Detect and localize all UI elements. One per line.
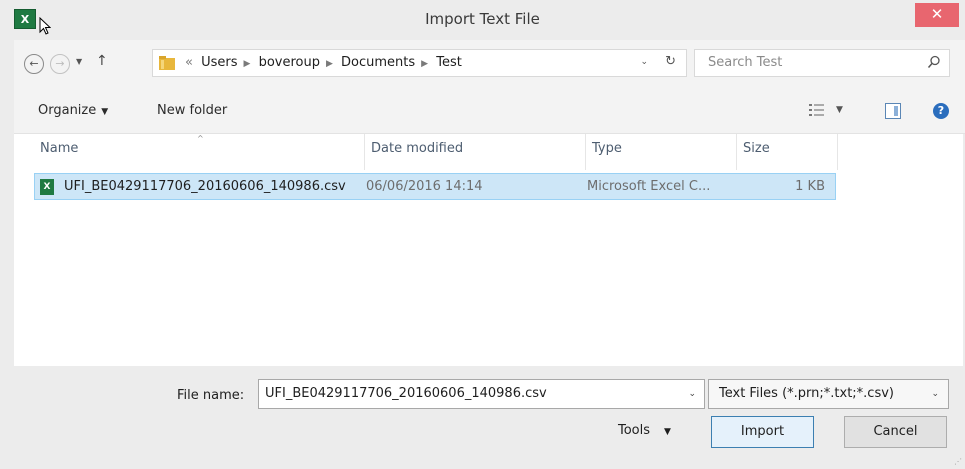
column-header-type[interactable]: Type — [586, 134, 736, 170]
refresh-icon: ↻ — [665, 54, 676, 69]
address-history-button[interactable]: ⌄ — [640, 57, 648, 67]
up-folder-button[interactable]: ↑ — [96, 53, 108, 69]
help-icon[interactable]: ? — [933, 103, 949, 119]
preview-pane-button[interactable] — [885, 103, 901, 119]
organize-menu-button[interactable]: Organize ▼ — [38, 103, 108, 118]
search-icon — [927, 55, 940, 68]
file-type-value: Text Files (*.prn;*.txt;*.csv) — [719, 386, 894, 401]
address-bar[interactable]: « Users ▶ boveroup ▶ Documents ▶ Test ⌄ ↻ — [152, 49, 687, 77]
forward-button[interactable]: → — [50, 54, 70, 74]
help-glyph: ? — [937, 104, 945, 117]
navigation-bar: ← → ▼ ↑ « Users ▶ boveroup ▶ Documents ▶ Te… — [0, 40, 965, 90]
column-date-label: Date modified — [371, 141, 464, 156]
breadcrumb: « Users ▶ boveroup ▶ Documents ▶ Test — [185, 55, 466, 70]
breadcrumb-boveroup[interactable]: boveroup — [259, 55, 320, 70]
file-name-value: UFI_BE0429117706_20160606_140986.csv — [265, 386, 547, 401]
column-size-label: Size — [743, 141, 770, 156]
import-button[interactable]: Import — [711, 416, 814, 448]
breadcrumb-documents[interactable]: Documents — [341, 55, 415, 70]
organize-label: Organize — [38, 103, 97, 118]
breadcrumb-test[interactable]: Test — [436, 55, 462, 70]
refresh-button[interactable]: ↻ — [665, 54, 676, 69]
file-row-selected[interactable]: X UFI_BE0429117706_20160606_140986.csv 0… — [34, 173, 836, 200]
back-arrow-icon: ← — [29, 57, 39, 70]
file-type-cell: Microsoft Excel C... — [587, 179, 711, 194]
column-divider[interactable] — [837, 134, 838, 170]
file-name-cell: UFI_BE0429117706_20160606_140986.csv — [64, 179, 346, 194]
file-name-field[interactable]: UFI_BE0429117706_20160606_140986.csv ⌄ — [258, 379, 705, 409]
file-list[interactable]: Name ^ Date modified Type Size X UFI_BE0… — [14, 134, 965, 366]
column-type-label: Type — [592, 141, 622, 156]
column-header-size[interactable]: Size — [737, 134, 837, 170]
details-view-icon — [809, 104, 824, 116]
close-button[interactable]: ✕ — [915, 3, 959, 27]
chevron-right-icon[interactable]: ▶ — [326, 59, 333, 69]
chevron-down-icon: ▼ — [836, 105, 843, 115]
dialog-footer: File name: UFI_BE0429117706_20160606_140… — [14, 366, 965, 469]
resize-grip-icon[interactable]: ⋰ — [954, 457, 962, 466]
breadcrumb-users[interactable]: Users — [201, 55, 237, 70]
breadcrumb-overflow[interactable]: « — [185, 55, 193, 70]
search-input[interactable]: Search Test — [694, 49, 950, 77]
import-text-file-dialog: X Import Text File ✕ ← → ▼ ↑ « Users ▶ b… — [0, 0, 965, 469]
chevron-down-icon: ▼ — [101, 107, 109, 117]
file-size-cell: 1 KB — [795, 179, 825, 194]
chevron-down-icon[interactable]: ⌄ — [688, 389, 696, 399]
title-bar: X Import Text File ✕ — [0, 0, 965, 40]
column-name-label: Name — [40, 141, 79, 156]
folder-icon — [159, 56, 175, 70]
back-button[interactable]: ← — [24, 54, 44, 74]
sort-ascending-icon: ^ — [197, 134, 204, 143]
file-date-cell: 06/06/2016 14:14 — [366, 179, 483, 194]
new-folder-label: New folder — [157, 103, 228, 118]
tools-menu-button[interactable]: Tools ▼ — [618, 423, 671, 438]
tools-label: Tools — [618, 423, 651, 438]
chevron-down-icon: ▼ — [664, 427, 671, 437]
cancel-button[interactable]: Cancel — [844, 416, 947, 448]
chevron-down-icon: ▼ — [76, 57, 83, 66]
new-folder-button[interactable]: New folder — [157, 103, 227, 118]
window-title: Import Text File — [425, 10, 540, 28]
window-border — [0, 40, 14, 469]
column-header-date-modified[interactable]: Date modified — [365, 134, 585, 170]
chevron-down-icon: ⌄ — [640, 57, 648, 67]
up-arrow-icon: ↑ — [96, 53, 108, 69]
forward-arrow-icon: → — [55, 57, 65, 70]
chevron-right-icon[interactable]: ▶ — [244, 59, 251, 69]
chevron-down-icon: ⌄ — [931, 389, 939, 399]
change-view-button[interactable]: ▼ — [809, 103, 849, 121]
search-placeholder: Search Test — [708, 55, 783, 70]
close-icon: ✕ — [930, 5, 944, 23]
file-type-select[interactable]: Text Files (*.prn;*.txt;*.csv) ⌄ — [708, 379, 949, 409]
csv-file-icon: X — [40, 179, 54, 195]
command-toolbar: Organize ▼ New folder ▼ ? — [0, 90, 965, 134]
csv-file-icon-letter: X — [43, 182, 51, 192]
file-name-label: File name: — [177, 388, 245, 403]
recent-locations-button[interactable]: ▼ — [76, 57, 82, 66]
chevron-right-icon[interactable]: ▶ — [421, 59, 428, 69]
